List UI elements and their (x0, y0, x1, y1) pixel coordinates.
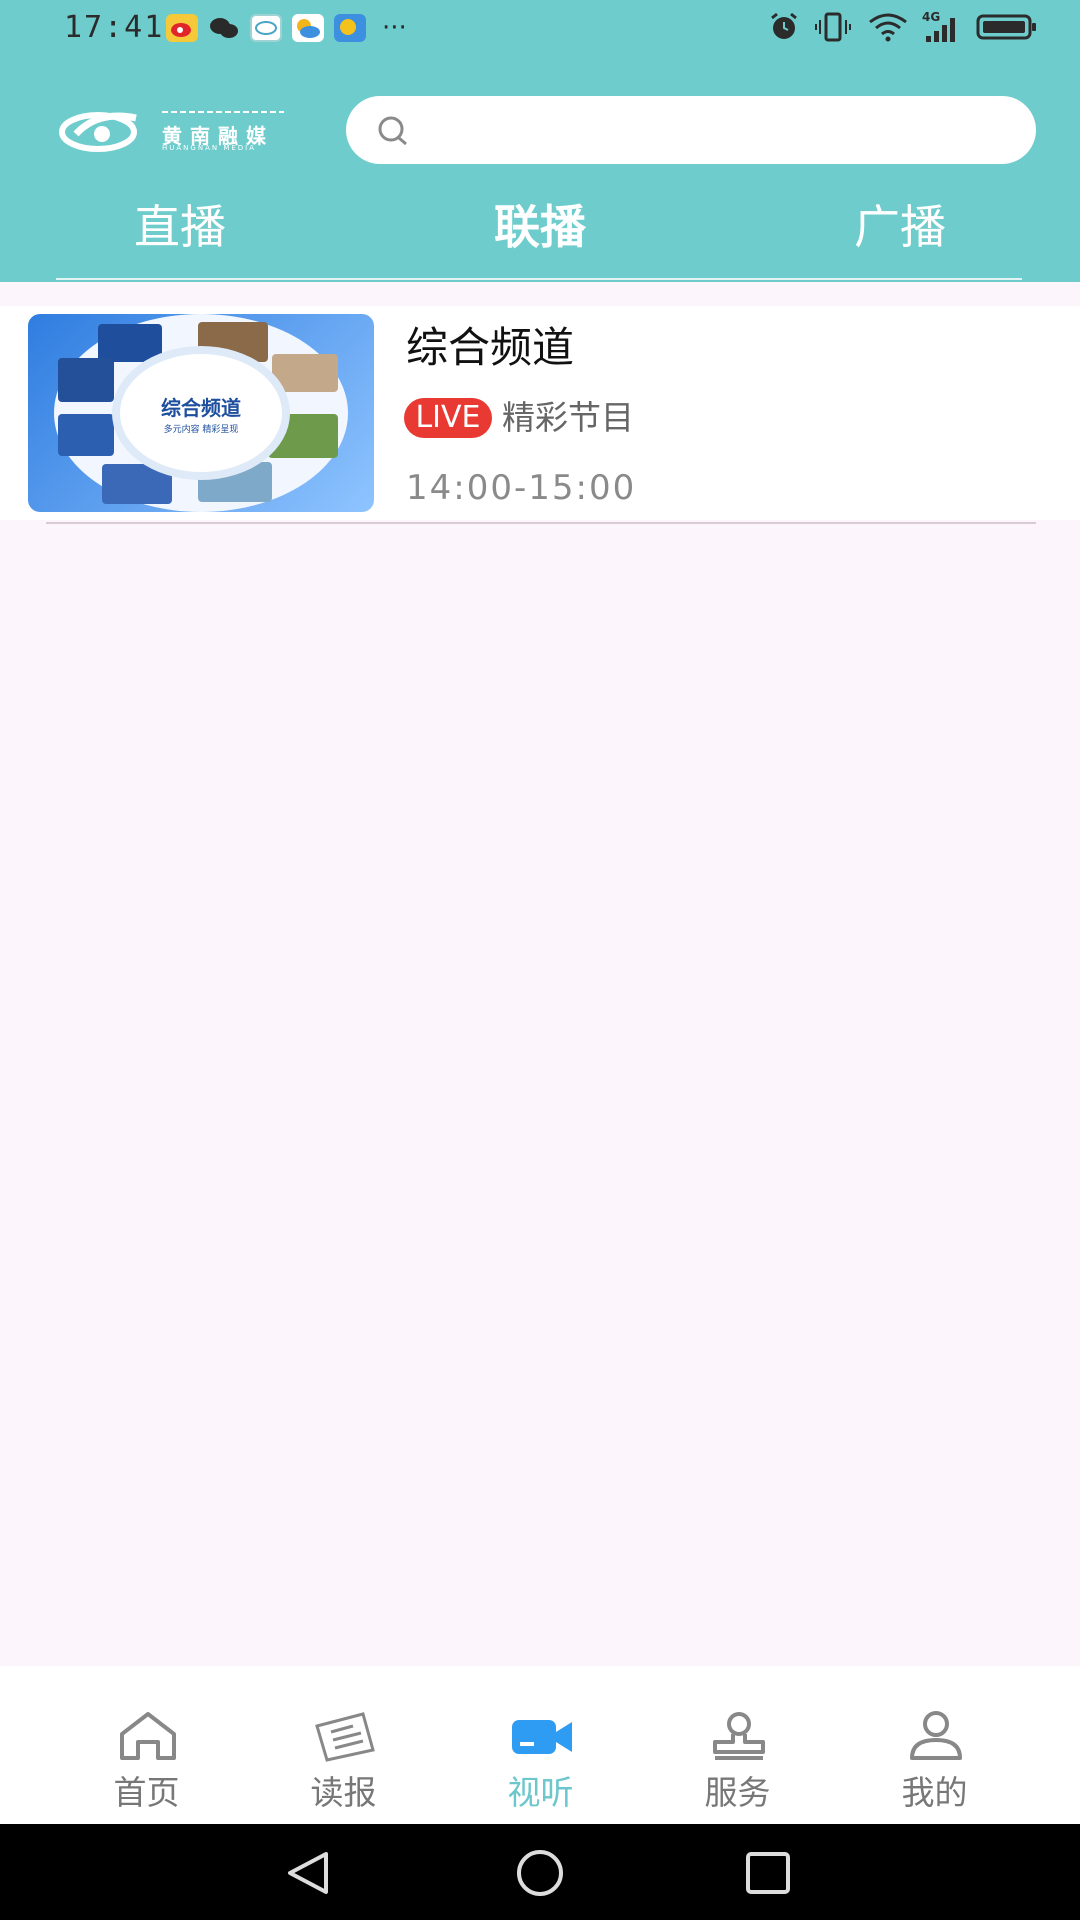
search-icon (376, 114, 412, 152)
system-navigation-bar (0, 1824, 1080, 1920)
home-icon (116, 1710, 180, 1762)
cellular-signal-icon: 4G (922, 10, 962, 44)
weibo-app-icon (166, 14, 198, 42)
wechat-app-icon (208, 14, 240, 42)
thumbnail-tile (102, 464, 172, 504)
app-logo: 黄南融媒 HUANGNAN MEDIA (58, 104, 290, 156)
newspaper-icon (313, 1710, 377, 1762)
nav-newspaper[interactable]: 读报 (245, 1666, 442, 1824)
battery-icon (976, 12, 1038, 46)
status-bar: 17:41 ··· 4G (0, 0, 1080, 56)
nav-service-label: 服务 (704, 1773, 771, 1812)
video-camera-icon (510, 1710, 574, 1762)
nav-home[interactable]: 首页 (48, 1666, 245, 1824)
recent-apps-icon[interactable] (744, 1850, 792, 1900)
live-badge: LIVE (404, 398, 492, 438)
program-time: 14:00-15:00 (406, 468, 637, 508)
channel-title: 综合频道 (406, 323, 575, 372)
more-notifications-icon: ··· (382, 13, 407, 43)
list-item[interactable]: 综合频道 多元内容 精彩呈现 综合频道 LIVE 精彩节目 14:00-15:0… (0, 306, 1080, 520)
nav-service[interactable]: 服务 (639, 1666, 836, 1824)
alarm-icon (768, 12, 800, 46)
thumbnail-center: 综合频道 多元内容 精彩呈现 (120, 354, 282, 472)
tab-underline (56, 278, 1022, 280)
nav-video-label: 视听 (507, 1773, 574, 1812)
weather-app-icon (292, 14, 324, 42)
tab-live[interactable]: 直播 (0, 196, 360, 258)
home-button-icon[interactable] (514, 1850, 566, 1900)
search-bar[interactable] (346, 96, 1036, 164)
tab-simulcast[interactable]: 联播 (360, 196, 720, 258)
wifi-icon (868, 12, 908, 46)
channel-thumbnail: 综合频道 多元内容 精彩呈现 (28, 314, 374, 512)
thumbnail-subtitle: 多元内容 精彩呈现 (163, 425, 239, 435)
user-icon (904, 1710, 968, 1762)
nav-profile-label: 我的 (901, 1773, 968, 1812)
back-icon[interactable] (284, 1850, 332, 1900)
logo-subtext: HUANGNAN MEDIA (162, 144, 257, 152)
thumbnail-title: 综合频道 (161, 396, 241, 420)
nav-video[interactable]: 视听 (442, 1666, 639, 1824)
list-divider (46, 522, 1036, 524)
service-stamp-icon (707, 1710, 771, 1762)
program-name: 精彩节目 (502, 398, 634, 437)
weather-app-icon-2 (334, 14, 366, 42)
thumbnail-tile (98, 324, 162, 362)
tab-bar: 直播 联播 广播 (0, 196, 1080, 258)
thumbnail-tile (58, 358, 114, 402)
status-right: 4G (768, 10, 1038, 46)
thumbnail-tile (272, 354, 338, 392)
nav-profile[interactable]: 我的 (836, 1666, 1033, 1824)
header-bar: 17:41 ··· 4G 黄南融媒 HUANGNAN MEDIA 直播 联播 广… (0, 0, 1080, 282)
bottom-nav: 首页 读报 视听 服务 我的 (0, 1666, 1080, 1824)
vibrate-icon (814, 12, 854, 46)
tab-radio[interactable]: 广播 (720, 196, 1080, 258)
status-app-icons: ··· (166, 14, 407, 42)
app-icon (250, 14, 282, 42)
nav-home-label: 首页 (113, 1773, 180, 1812)
nav-newspaper-label: 读报 (310, 1773, 377, 1812)
thumbnail-tile (58, 414, 114, 456)
status-time: 17:41 (64, 10, 165, 45)
